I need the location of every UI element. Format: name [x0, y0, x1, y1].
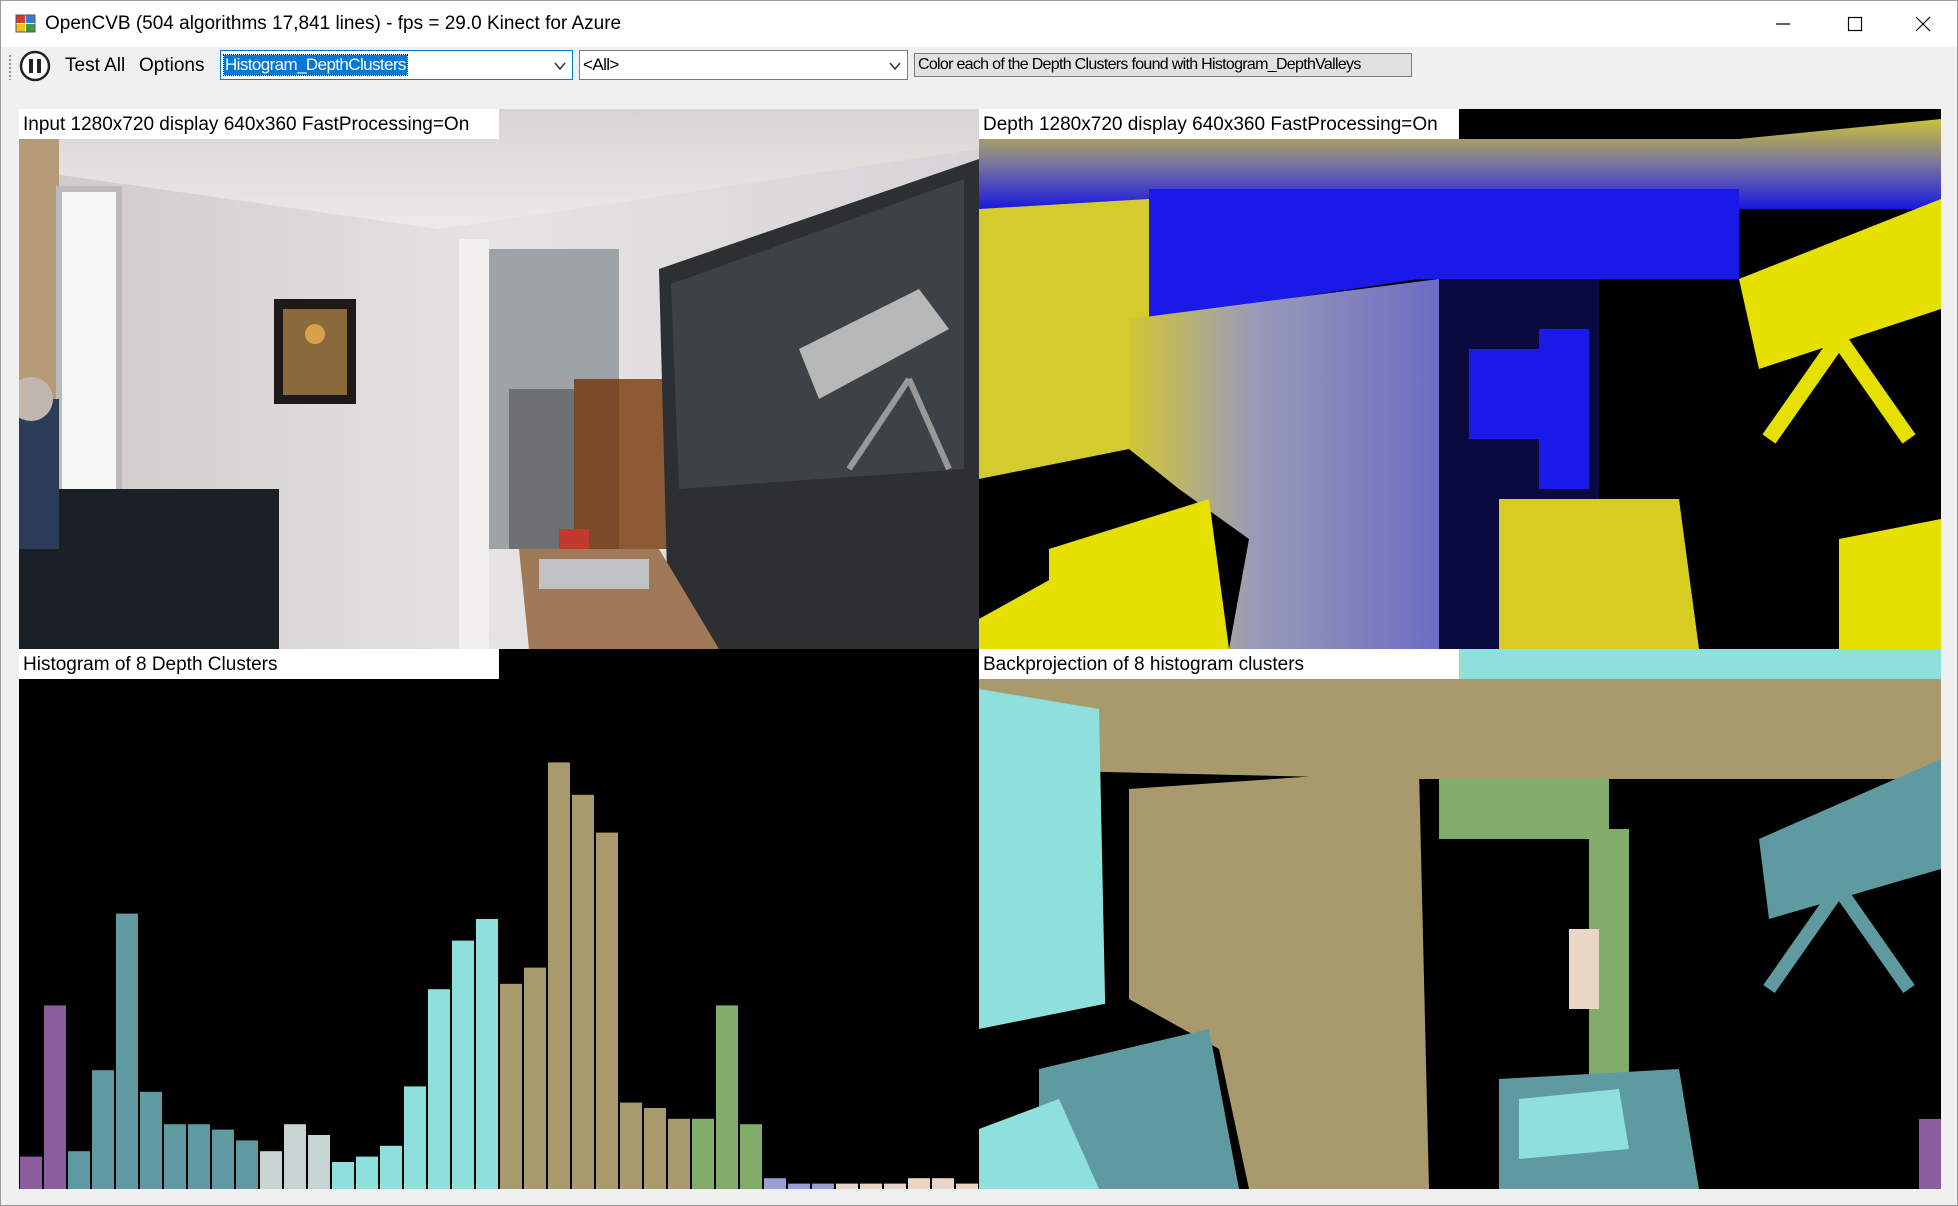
pause-icon[interactable] — [19, 50, 51, 82]
histogram-bar — [116, 913, 138, 1189]
histogram-bar — [428, 989, 450, 1189]
histogram-bar — [236, 1140, 258, 1189]
maximize-icon — [1847, 16, 1863, 32]
histogram-bar — [380, 1145, 402, 1189]
camera-image — [19, 109, 979, 649]
minimize-button[interactable] — [1747, 1, 1819, 47]
histogram-bar — [308, 1135, 330, 1189]
histogram-bar — [476, 919, 498, 1189]
histogram-bar — [860, 1183, 882, 1189]
close-icon — [1915, 16, 1931, 32]
close-button[interactable] — [1887, 1, 1958, 47]
histogram-bar — [404, 1086, 426, 1189]
histogram-pane[interactable]: Histogram of 8 Depth Clusters — [19, 649, 979, 1189]
histogram-bar — [92, 1070, 114, 1189]
app-window: OpenCVB (504 algorithms 17,841 lines) - … — [0, 0, 1958, 1206]
histogram-bar — [764, 1178, 786, 1189]
algorithm-description: Color each of the Depth Clusters found w… — [914, 53, 1412, 77]
backprojection-pane-label: Backprojection of 8 histogram clusters — [979, 649, 1459, 679]
histogram-bar — [908, 1178, 930, 1189]
test-all-button[interactable]: Test All — [65, 55, 125, 77]
toolbar: Test All Options Histogram_DepthClusters… — [1, 47, 1957, 85]
histogram-bar — [572, 794, 594, 1189]
histogram-bar — [956, 1183, 978, 1189]
title-bar[interactable]: OpenCVB (504 algorithms 17,841 lines) - … — [1, 1, 1957, 47]
histogram-bar — [620, 1102, 642, 1189]
group-select[interactable]: <All> — [579, 50, 908, 80]
maximize-button[interactable] — [1819, 1, 1891, 47]
options-button[interactable]: Options — [139, 55, 204, 77]
histogram-bar — [452, 940, 474, 1189]
depth-pane-label: Depth 1280x720 display 640x360 FastProce… — [979, 109, 1459, 139]
histogram-bar — [164, 1124, 186, 1189]
depth-image — [979, 109, 1941, 649]
histogram-bar — [692, 1118, 714, 1189]
histogram-bar — [836, 1183, 858, 1189]
histogram-bar — [668, 1118, 690, 1189]
histogram-bar — [812, 1183, 834, 1189]
histogram-pane-label: Histogram of 8 Depth Clusters — [19, 649, 499, 679]
histogram-bar — [500, 983, 522, 1189]
histogram-bar — [284, 1124, 306, 1189]
histogram-bar — [524, 967, 546, 1189]
minimize-icon — [1776, 23, 1790, 25]
histogram-bar — [740, 1124, 762, 1189]
histogram-bar — [188, 1124, 210, 1189]
chevron-down-icon — [554, 62, 566, 71]
opencvb-app-icon — [15, 14, 36, 33]
histogram-bar — [716, 1005, 738, 1189]
backprojection-pane[interactable]: Backprojection of 8 histogram clusters — [979, 649, 1941, 1189]
histogram-bar — [644, 1108, 666, 1189]
toolbar-grip[interactable] — [8, 54, 12, 80]
histogram-bar — [356, 1156, 378, 1189]
histogram-bar — [68, 1151, 90, 1189]
histogram-bar — [548, 762, 570, 1189]
histogram-bar — [44, 1005, 66, 1189]
histogram-bar — [260, 1151, 282, 1189]
histogram-bar — [212, 1129, 234, 1189]
histogram-bar — [884, 1183, 906, 1189]
input-pane-label: Input 1280x720 display 640x360 FastProce… — [19, 109, 499, 139]
histogram-bar — [20, 1156, 42, 1189]
histogram-chart — [20, 762, 978, 1189]
histogram-bar — [596, 832, 618, 1189]
vertical-scrollbar[interactable] — [1941, 85, 1957, 1203]
histogram-bar — [332, 1162, 354, 1189]
algorithm-select-value: Histogram_DepthClusters — [223, 54, 408, 76]
group-select-value: <All> — [583, 55, 619, 74]
algorithm-select[interactable]: Histogram_DepthClusters — [220, 50, 573, 80]
window-title: OpenCVB (504 algorithms 17,841 lines) - … — [45, 13, 622, 34]
input-image-pane[interactable]: Input 1280x720 display 640x360 FastProce… — [19, 109, 979, 649]
histogram-bar — [932, 1178, 954, 1189]
chevron-down-icon — [889, 62, 901, 71]
histogram-bar — [140, 1091, 162, 1189]
depth-image-pane[interactable]: Depth 1280x720 display 640x360 FastProce… — [979, 109, 1941, 649]
histogram-bar — [788, 1183, 810, 1189]
backprojection-image — [979, 649, 1941, 1189]
